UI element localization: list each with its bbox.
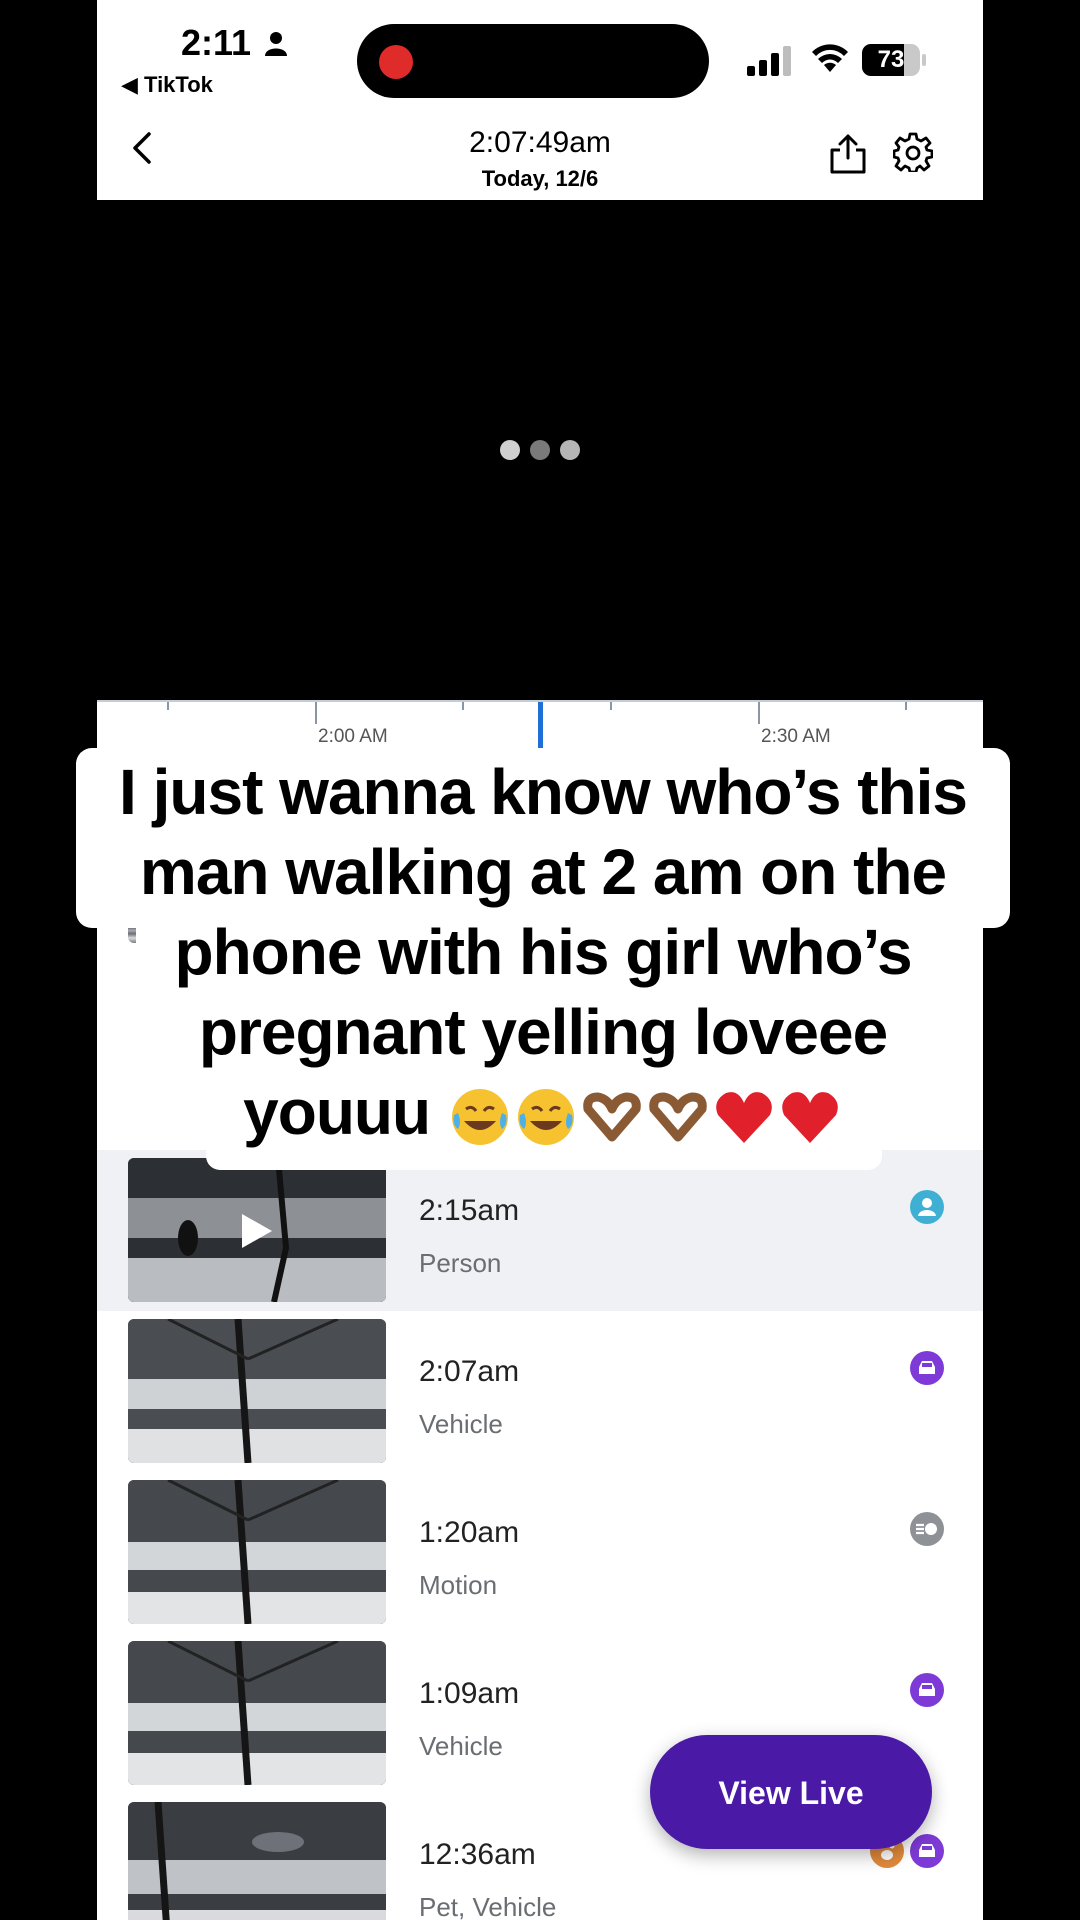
- back-to-app-link[interactable]: ◀ TikTok: [121, 72, 213, 98]
- tree-icon: [128, 1802, 386, 1920]
- event-time: 2:07am: [419, 1355, 520, 1388]
- event-type: Motion: [419, 1570, 498, 1600]
- loading-dot: [500, 440, 520, 460]
- event-time: 12:36am: [419, 1838, 536, 1871]
- app-header: 2:07:49am Today, 12/6: [97, 100, 983, 200]
- heart-hands-emoji: [649, 1092, 707, 1142]
- gear-icon[interactable]: [893, 132, 933, 172]
- view-live-button[interactable]: View Live: [650, 1735, 932, 1849]
- person-icon: [910, 1190, 944, 1224]
- event-time: 1:09am: [419, 1677, 520, 1710]
- heart-hands-emoji: [583, 1092, 641, 1142]
- timeline-tick: [167, 702, 169, 710]
- event-type: Person: [419, 1248, 502, 1278]
- timeline-label: 2:30 AM: [761, 726, 831, 747]
- battery-indicator: 73: [862, 44, 926, 76]
- event-thumbnail: [128, 1802, 386, 1920]
- dynamic-island: [357, 24, 709, 98]
- caption-line: youuu: [243, 1076, 431, 1148]
- focus-person-icon: [265, 32, 287, 56]
- wifi-icon: [812, 44, 848, 72]
- event-thumbnail: [128, 1319, 386, 1463]
- event-type: Pet, Vehicle: [419, 1892, 557, 1920]
- caption-line: I just wanna know who’s this: [119, 756, 968, 828]
- play-icon[interactable]: [242, 1214, 272, 1248]
- event-time: 1:20am: [419, 1516, 520, 1549]
- timeline-playhead[interactable]: [538, 702, 543, 748]
- event-time: 2:15am: [419, 1194, 520, 1227]
- tree-icon: [128, 1480, 386, 1624]
- timeline-tick: [905, 702, 907, 710]
- event-type: Vehicle: [419, 1409, 503, 1439]
- status-time: 2:11: [181, 22, 252, 63]
- timeline-tick: [758, 702, 760, 724]
- video-caption: I just wanna know who’s this man walking…: [76, 752, 1010, 1152]
- caption-last-line: youuu: [76, 1072, 1010, 1152]
- tree-icon: [128, 1319, 386, 1463]
- battery-tip: [922, 54, 926, 66]
- tears-of-joy-emoji: [517, 1089, 574, 1146]
- caption-line: phone with his girl who’s: [174, 916, 912, 988]
- timeline-tick: [610, 702, 612, 710]
- list-item[interactable]: 2:15am Person: [97, 1150, 983, 1311]
- event-thumbnail: [128, 1158, 386, 1302]
- event-thumbnail: [128, 1641, 386, 1785]
- loading-dot: [560, 440, 580, 460]
- loading-indicator: [97, 440, 983, 465]
- motion-icon: [910, 1512, 944, 1546]
- caption-line: man walking at 2 am on the: [139, 836, 947, 908]
- recording-indicator-icon: [379, 45, 413, 79]
- timeline-tick: [315, 702, 317, 724]
- vehicle-icon: [910, 1834, 944, 1868]
- battery-percent: 73: [877, 46, 905, 73]
- status-bar: 2:11 ◀ TikTok 73: [97, 0, 983, 100]
- list-item[interactable]: 1:20am Motion: [97, 1472, 983, 1633]
- cellular-signal-icon: [747, 46, 791, 76]
- event-thumbnail: [128, 1480, 386, 1624]
- red-heart-emoji: [716, 1092, 772, 1144]
- list-item[interactable]: 2:07am Vehicle: [97, 1311, 983, 1472]
- tears-of-joy-emoji: [451, 1089, 508, 1146]
- vehicle-icon: [910, 1351, 944, 1385]
- vehicle-icon: [910, 1673, 944, 1707]
- caption-line: pregnant yelling loveee: [198, 996, 888, 1068]
- share-icon[interactable]: [828, 132, 868, 174]
- loading-dot: [530, 440, 550, 460]
- tree-icon: [128, 1641, 386, 1785]
- timeline-label: 2:00 AM: [318, 726, 388, 747]
- red-heart-emoji: [782, 1092, 838, 1144]
- battery-icon: 73: [862, 44, 920, 76]
- timeline-tick: [462, 702, 464, 710]
- video-player[interactable]: [97, 200, 983, 700]
- event-type: Vehicle: [419, 1731, 503, 1761]
